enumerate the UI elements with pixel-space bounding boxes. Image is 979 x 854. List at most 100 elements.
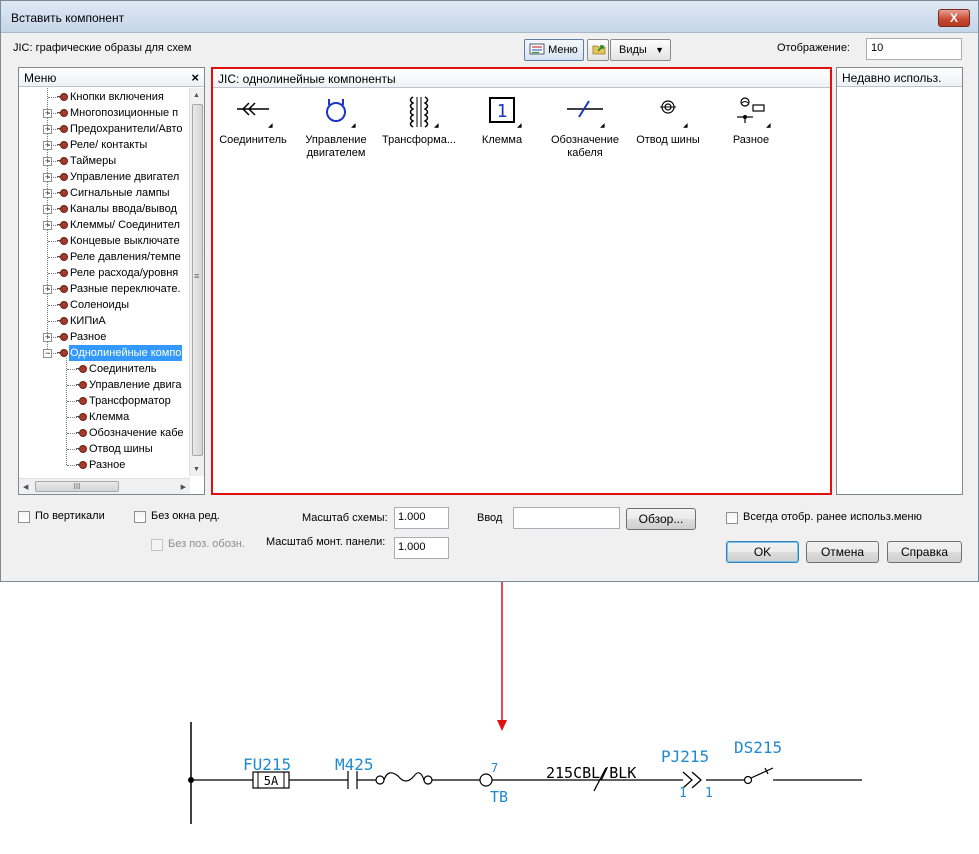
component-node-icon — [76, 445, 87, 453]
component-node-icon — [57, 285, 68, 293]
tree-item-label: Клемма — [89, 411, 130, 423]
misc-icon — [737, 97, 765, 123]
component-node-icon — [57, 237, 68, 245]
title-bar[interactable]: Вставить компонент X — [1, 1, 978, 33]
component-node-icon — [57, 173, 68, 181]
components-panel-header: JIC: однолинейные компоненты — [213, 69, 830, 88]
component-node-icon — [76, 381, 87, 389]
motor-tag: M425 — [335, 755, 374, 774]
tree-child-item[interactable]: Отвод шины — [19, 441, 190, 457]
tree-item[interactable]: + Многопозиционные п — [19, 105, 190, 121]
tree-item[interactable]: + Управление двигател — [19, 169, 190, 185]
tree-item[interactable]: Реле расхода/уровня — [19, 265, 190, 281]
input-field[interactable] — [513, 507, 620, 529]
no-edit-window-label: Без окна ред. — [151, 510, 220, 522]
tree-item[interactable]: + Предохранители/Авто — [19, 121, 190, 137]
scroll-down-icon[interactable]: ▼ — [193, 466, 200, 473]
component-node-icon — [76, 397, 87, 405]
menu-button[interactable]: Меню — [524, 39, 584, 61]
menu-panel: Меню × Кнопки включения + Многопозиционные… — [18, 67, 205, 495]
tree-item-label: Многопозиционные п — [70, 107, 179, 119]
scroll-thumb[interactable]: III — [35, 481, 119, 492]
display-input[interactable]: 10 — [866, 38, 962, 60]
checkbox-box[interactable] — [134, 511, 146, 523]
connector-tag: PJ215 — [661, 747, 709, 766]
checkbox-box[interactable] — [726, 512, 738, 524]
tree-child-item[interactable]: Управление двига — [19, 377, 190, 393]
component-node-icon — [57, 333, 68, 341]
component-label: Трансформа... — [381, 134, 457, 146]
close-window-button[interactable]: X — [938, 9, 970, 27]
tree-item-label: Отвод шины — [89, 443, 153, 455]
component-transformer[interactable]: ◢ Трансформа... — [379, 91, 459, 171]
component-label: Отвод шины — [636, 134, 700, 146]
schematic-scale-label: Масштаб схемы: — [302, 512, 388, 524]
connector-pin-right: 1 — [705, 786, 713, 801]
scroll-right-icon[interactable]: ▶ — [181, 483, 186, 491]
cable-label: 215CBL/BLK — [546, 764, 636, 782]
ok-button[interactable]: OK — [726, 541, 799, 563]
transformer-icon — [409, 96, 429, 128]
panel-scale-input[interactable]: 1.000 — [394, 537, 449, 559]
tree-child-item[interactable]: Обозначение кабе — [19, 425, 190, 441]
tree-item-label: Трансформатор — [89, 395, 171, 407]
vertical-scrollbar[interactable]: ▲ ≡ ▼ — [189, 88, 204, 476]
help-button[interactable]: Справка — [887, 541, 962, 563]
tree-item[interactable]: Соленоиды — [19, 297, 190, 313]
scroll-left-icon[interactable]: ◀ — [23, 483, 28, 491]
tree-item-label: Соединитель — [89, 363, 157, 375]
scroll-up-icon[interactable]: ▲ — [193, 92, 200, 99]
component-misc[interactable]: ◢ Разное — [711, 91, 791, 171]
views-dropdown[interactable]: Виды ▼ — [610, 39, 671, 61]
tree-item-label: Клеммы/ Соединител — [70, 219, 180, 231]
tree-child-item[interactable]: Соединитель — [19, 361, 190, 377]
component-connector[interactable]: ◢ Соединитель — [213, 91, 293, 171]
menu-panel-header: Меню × — [19, 68, 204, 87]
tree-item[interactable]: + Реле/ контакты — [19, 137, 190, 153]
tree-item[interactable]: + Таймеры — [19, 153, 190, 169]
component-bus-tap[interactable]: ◢ Отвод шины — [628, 91, 708, 171]
tree-item[interactable]: + Сигнальные лампы — [19, 185, 190, 201]
connector-icon — [237, 102, 269, 116]
checkbox-box[interactable] — [18, 511, 30, 523]
cancel-button[interactable]: Отмена — [806, 541, 879, 563]
tree-item[interactable]: Реле давления/темпе — [19, 249, 190, 265]
tree-item[interactable]: Кнопки включения — [19, 89, 190, 105]
scroll-thumb[interactable]: ≡ — [192, 104, 203, 456]
tree-item[interactable]: − Однолинейные компо — [19, 345, 190, 361]
library-label: JIC: графические образы для схем — [13, 42, 192, 54]
tree-item[interactable]: Концевые выключате — [19, 233, 190, 249]
cable-marker-icon — [567, 100, 603, 118]
checkbox-box[interactable] — [151, 539, 163, 551]
horizontal-scrollbar[interactable]: ◀ III ▶ — [19, 478, 190, 494]
close-icon[interactable]: × — [191, 70, 199, 85]
tree-child-item[interactable]: Трансформатор — [19, 393, 190, 409]
submenu-corner-icon: ◢ — [517, 123, 522, 129]
browse-button[interactable]: Обзор... — [626, 508, 696, 530]
tree-item-label: Разные переключате. — [70, 283, 181, 295]
tree-item-label: Реле/ контакты — [70, 139, 148, 151]
recent-panel-header: Недавно использ. — [837, 68, 962, 87]
tree-item-label: Управление двига — [89, 379, 182, 391]
submenu-corner-icon: ◢ — [600, 123, 605, 129]
dropdown-arrow-icon: ▼ — [655, 45, 664, 55]
tree-item[interactable]: + Разное — [19, 329, 190, 345]
component-motor-control[interactable]: ◢ Управление двигателем — [296, 91, 376, 171]
schematic-scale-input[interactable]: 1.000 — [394, 507, 449, 529]
browse-folder-button[interactable] — [587, 39, 609, 61]
tree-child-item[interactable]: Разное — [19, 457, 190, 473]
component-terminal[interactable]: 1 ◢ Клемма — [462, 91, 542, 171]
tree-child-item[interactable]: Клемма — [19, 409, 190, 425]
tree-item-label: КИПиА — [70, 315, 106, 327]
component-node-icon — [57, 221, 68, 229]
tree-item-label: Управление двигател — [70, 171, 180, 183]
tree-item[interactable]: КИПиА — [19, 313, 190, 329]
tree-item[interactable]: + Клеммы/ Соединител — [19, 217, 190, 233]
tree-item[interactable]: + Разные переключате. — [19, 281, 190, 297]
grip-icon: ≡ — [194, 271, 200, 281]
components-panel-title: JIC: однолинейные компоненты — [218, 72, 396, 86]
component-cable-marker[interactable]: ◢ Обозначение кабеля — [545, 91, 625, 171]
tree-item[interactable]: + Каналы ввода/вывод — [19, 201, 190, 217]
component-node-icon — [57, 301, 68, 309]
component-node-icon — [57, 205, 68, 213]
